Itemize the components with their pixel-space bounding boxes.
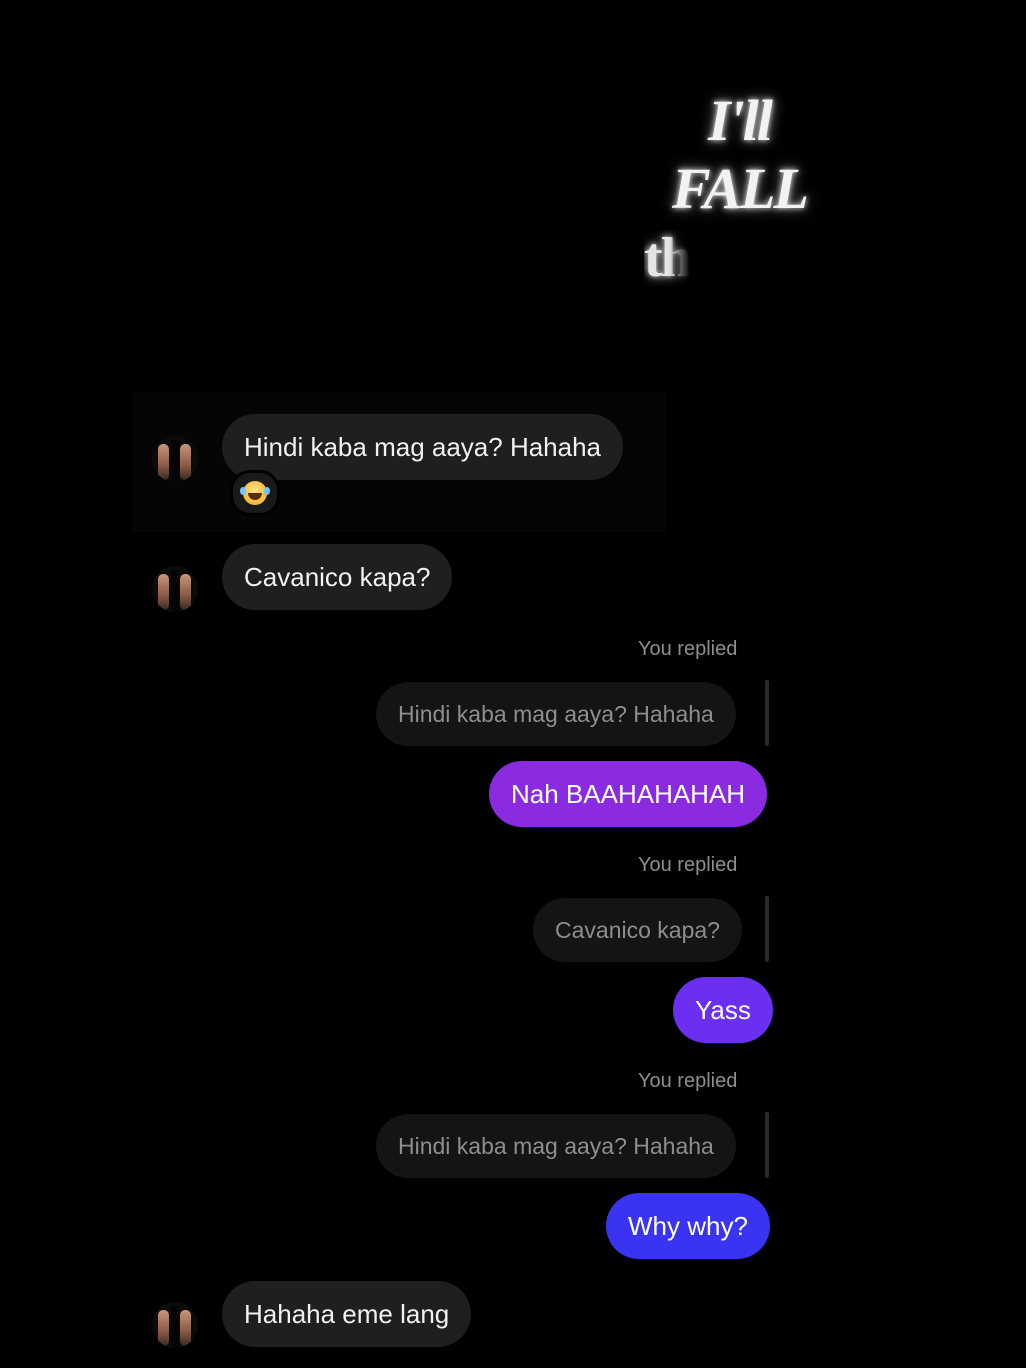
reply-label: You replied: [638, 638, 738, 660]
outgoing-message-bubble[interactable]: Why why?: [606, 1193, 770, 1259]
reply-bar: [765, 896, 769, 962]
message-text: Cavanico kapa?: [244, 561, 431, 592]
reply-label: You replied: [638, 854, 738, 876]
avatar[interactable]: [152, 436, 198, 482]
quoted-text: Hindi kaba mag aaya? Hahaha: [398, 700, 714, 727]
overlay-text-line-3: th: [644, 227, 692, 289]
reply-bar: [765, 1112, 769, 1178]
message-text: Hahaha eme lang: [244, 1298, 450, 1329]
chat-screen: I'll FALL th Hindi kaba mag aaya? Hahaha…: [0, 0, 1026, 1368]
quoted-message[interactable]: Hindi kaba mag aaya? Hahaha: [376, 1114, 736, 1178]
quoted-message[interactable]: Cavanico kapa?: [533, 898, 742, 962]
quoted-text: Hindi kaba mag aaya? Hahaha: [398, 1132, 714, 1159]
message-text: Why why?: [628, 1210, 748, 1241]
incoming-message-bubble[interactable]: Cavanico kapa?: [222, 544, 453, 610]
outgoing-message-bubble[interactable]: Nah BAAHAHAHAH: [489, 761, 768, 827]
quoted-text: Cavanico kapa?: [555, 916, 720, 943]
overlay-text-line-2: FALL: [672, 156, 809, 221]
incoming-message-bubble[interactable]: Hindi kaba mag aaya? Hahaha: [222, 414, 624, 480]
message-text: Nah BAAHAHAHAH: [511, 778, 746, 809]
joy-emoji-icon: [240, 481, 267, 505]
avatar[interactable]: [152, 566, 198, 612]
reply-label: You replied: [638, 1070, 738, 1092]
quoted-message[interactable]: Hindi kaba mag aaya? Hahaha: [376, 682, 736, 746]
incoming-message-bubble[interactable]: Hahaha eme lang: [222, 1281, 472, 1347]
outgoing-message-bubble[interactable]: Yass: [673, 977, 773, 1043]
message-text: Hindi kaba mag aaya? Hahaha: [244, 431, 602, 462]
reply-bar: [765, 680, 769, 746]
reaction-badge[interactable]: [230, 470, 280, 516]
message-text: Yass: [695, 994, 751, 1025]
avatar[interactable]: [152, 1302, 198, 1348]
overlay-text-line-1: I'll: [708, 88, 773, 153]
